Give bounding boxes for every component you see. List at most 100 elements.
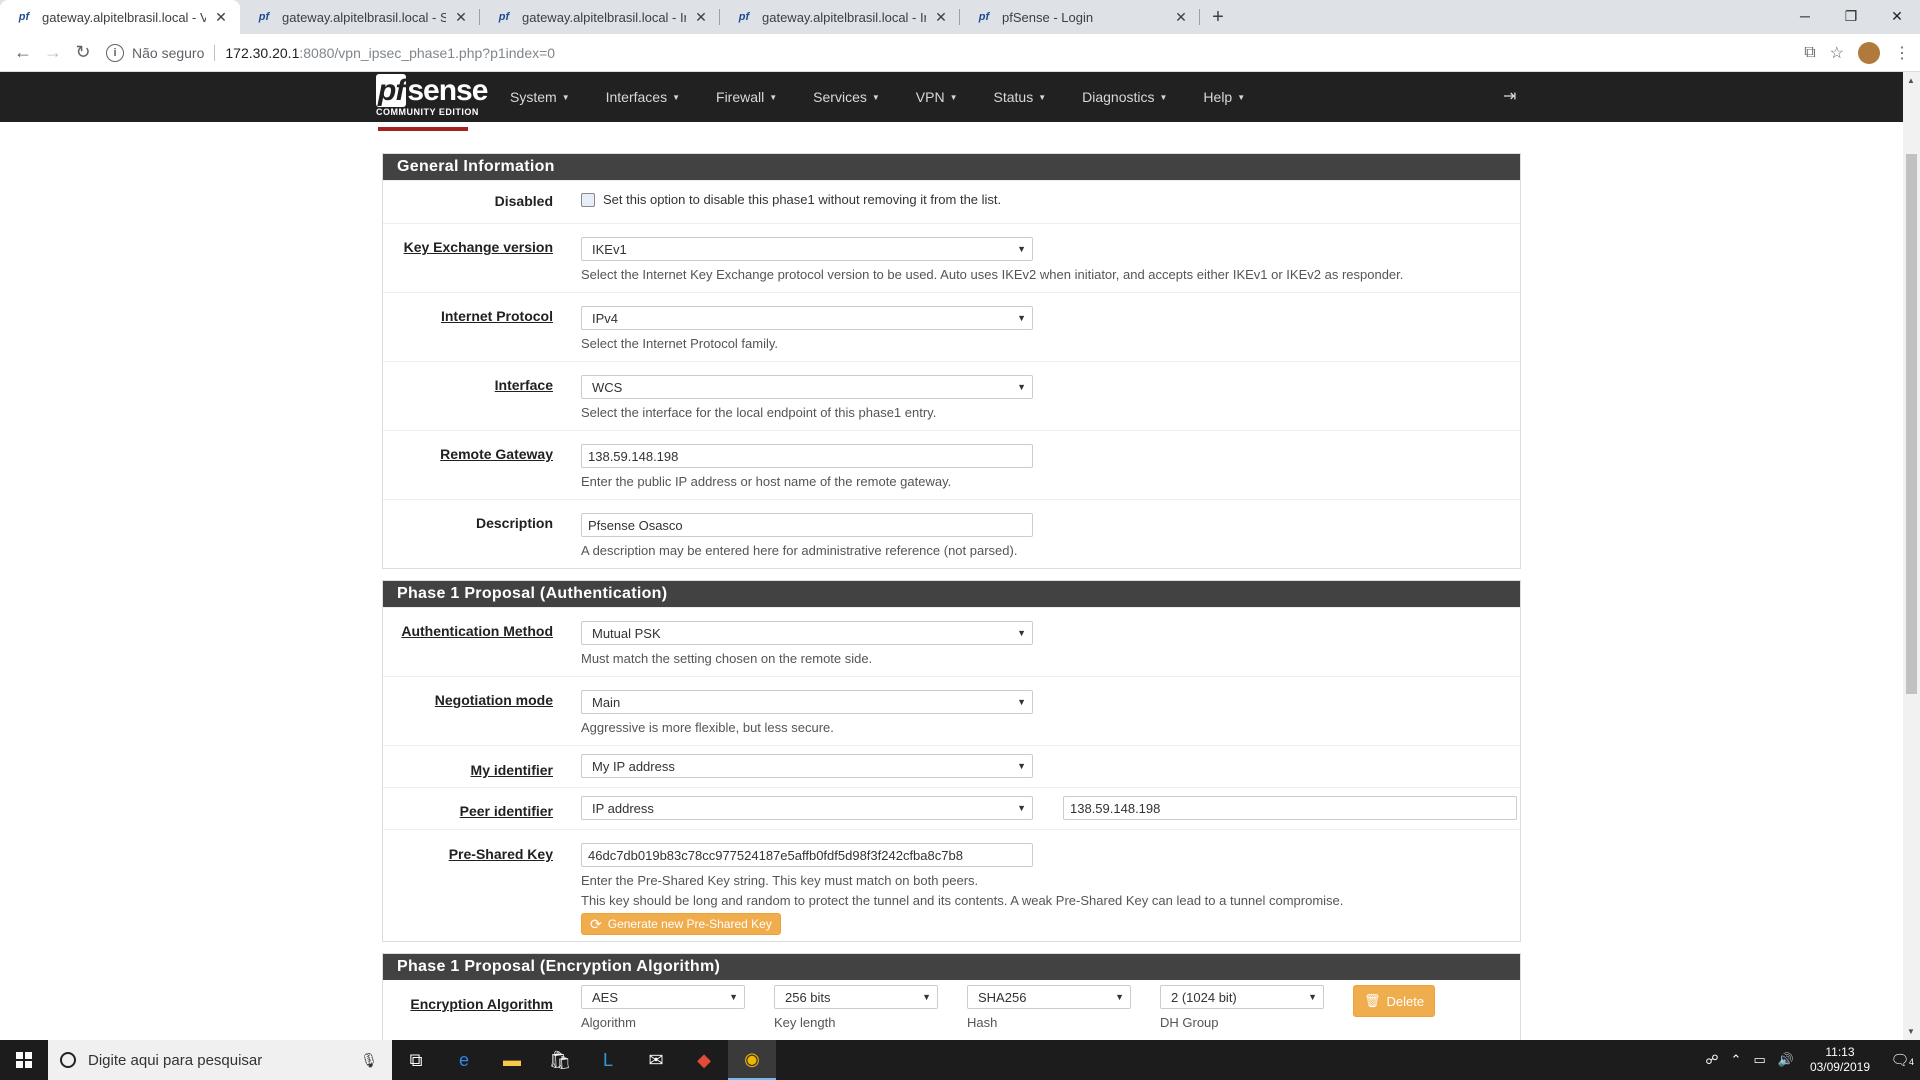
remote-gateway-row: Remote Gateway 138.59.148.198 Enter the … [383,430,1520,499]
notification-icon[interactable]: 🗨 4 [1880,1051,1920,1069]
protocol-select[interactable]: IPv4 ▼ [581,306,1033,330]
auth-method-select[interactable]: Mutual PSK ▼ [581,621,1033,645]
app-l-icon[interactable]: L [584,1040,632,1080]
browser-tab[interactable]: pf pfSense - Login ✕ [960,0,1200,34]
browser-tab[interactable]: pf gateway.alpitelbrasil.local - VPN: ✕ [0,0,240,34]
algorithm-select[interactable]: AES ▼ [581,985,745,1009]
address-bar[interactable]: i Não seguro 172.30.20.1:8080/vpn_ipsec_… [106,39,1756,67]
select-value: My IP address [592,758,675,774]
menu-system[interactable]: System ▼ [492,72,588,122]
taskbar-search[interactable]: Digite aqui para pesquisar 🎙 [48,1040,392,1080]
kex-select[interactable]: IKEv1 ▼ [581,237,1033,261]
encryption-panel: Phase 1 Proposal (Encryption Algorithm) … [382,953,1521,1040]
menu-kebab-icon[interactable]: ⋮ [1894,43,1910,63]
start-button[interactable] [0,1040,48,1080]
back-icon[interactable]: ← [8,38,38,68]
menu-vpn[interactable]: VPN ▼ [898,72,976,122]
new-tab-button[interactable]: + [1200,0,1236,34]
menu-label: Firewall [716,89,765,105]
mail-icon[interactable]: ✉ [632,1040,680,1080]
url-host: 172.30.20.1 [225,44,300,61]
peer-identifier-select[interactable]: IP address ▼ [581,796,1033,820]
key-length-select[interactable]: 256 bits ▼ [774,985,938,1009]
taskbar-apps: ⧉ e ▬ 🛍 L ✉ ◆ ◉ [392,1040,776,1080]
browser-tab[interactable]: pf gateway.alpitelbrasil.local - Status … [240,0,480,34]
pfsense-favicon-icon: pf [978,11,990,23]
browser-tab[interactable]: pf gateway.alpitelbrasil.local - Interf … [480,0,720,34]
edge-icon[interactable]: e [440,1040,488,1080]
close-tab-icon[interactable]: ✕ [932,9,950,26]
psk-warning: This key should be long and random to pr… [581,893,1344,908]
browser-tab[interactable]: pf gateway.alpitelbrasil.local - Interf … [720,0,960,34]
interface-select[interactable]: WCS ▼ [581,375,1033,399]
panel-title: Phase 1 Proposal (Authentication) [383,581,1520,607]
my-identifier-select[interactable]: My IP address ▼ [581,754,1033,778]
file-explorer-icon[interactable]: ▬ [488,1040,536,1080]
menu-interfaces[interactable]: Interfaces ▼ [588,72,698,122]
main-menu: System ▼ Interfaces ▼ Firewall ▼ Services ▼ … [492,72,1263,122]
clock-time: 11:13 [1825,1045,1855,1059]
chrome-icon[interactable]: ◉ [728,1040,776,1080]
pfsense-logo[interactable]: pf sense COMMUNITY EDITION [376,74,488,120]
dh-group-select[interactable]: 2 (1024 bit) ▼ [1160,985,1324,1009]
delete-button[interactable]: 🗑 Delete [1353,985,1436,1017]
store-icon[interactable]: 🛍 [536,1040,584,1080]
menu-services[interactable]: Services ▼ [795,72,898,122]
show-hidden-icon[interactable]: ⌃ [1725,1052,1748,1068]
info-icon[interactable]: i [106,43,124,62]
logout-icon[interactable]: ⇥ [1503,86,1516,106]
scroll-down-icon[interactable]: ▼ [1907,1027,1915,1036]
clock[interactable]: 11:13 03/09/2019 [1800,1045,1880,1075]
close-tab-icon[interactable]: ✕ [212,9,230,26]
tab-title: gateway.alpitelbrasil.local - Interf [762,9,926,25]
negotiation-mode-select[interactable]: Main ▼ [581,690,1033,714]
toolbar-actions: ⧉ ☆ ⋮ [1804,34,1910,72]
task-view-icon[interactable]: ⧉ [392,1040,440,1080]
hash-select[interactable]: SHA256 ▼ [967,985,1131,1009]
scrollbar-thumb[interactable] [1906,154,1917,694]
close-tab-icon[interactable]: ✕ [692,9,710,26]
profile-avatar[interactable] [1858,42,1880,64]
generate-psk-button[interactable]: ⟳ Generate new Pre-Shared Key [581,913,781,935]
remote-gateway-input[interactable]: 138.59.148.198 [581,444,1033,468]
menu-firewall[interactable]: Firewall ▼ [698,72,795,122]
description-input[interactable]: Pfsense Osasco [581,513,1033,537]
restore-icon[interactable]: ❐ [1828,0,1874,32]
select-value: 256 bits [785,989,831,1005]
dropdown-arrow-icon: ▼ [1115,992,1124,1002]
minimize-icon[interactable]: ─ [1782,0,1828,32]
scroll-up-icon[interactable]: ▲ [1907,76,1915,85]
brand-edition: COMMUNITY EDITION [376,107,479,117]
network-icon[interactable]: ▭ [1747,1052,1771,1068]
disabled-checkbox[interactable] [581,192,595,207]
protocol-row: Internet Protocol IPv4 ▼ Select the Inter… [383,292,1520,361]
anydesk-icon[interactable]: ◆ [680,1040,728,1080]
disabled-text: Set this option to disable this phase1 w… [603,192,1002,207]
psk-input[interactable]: 46dc7db019b83c78cc977524187e5affb0fdf5d9… [581,843,1033,867]
cortana-icon [60,1052,76,1068]
reload-icon[interactable]: ↻ [68,38,98,68]
close-tab-icon[interactable]: ✕ [1172,9,1190,26]
translate-icon[interactable]: ⧉ [1804,44,1815,62]
microphone-icon[interactable]: 🎙 [360,1052,378,1069]
menu-help[interactable]: Help ▼ [1185,72,1263,122]
dropdown-arrow-icon: ▼ [1017,313,1026,323]
select-value: SHA256 [978,989,1027,1005]
close-tab-icon[interactable]: ✕ [452,9,470,26]
people-icon[interactable]: ☍ [1699,1052,1724,1068]
forward-icon[interactable]: → [38,38,68,68]
key-length-label: Key length [774,1015,836,1030]
search-placeholder: Digite aqui para pesquisar [88,1051,263,1069]
menu-diagnostics[interactable]: Diagnostics ▼ [1064,72,1185,122]
window-controls: ─ ❐ ✕ [1782,0,1920,32]
page-scrollbar[interactable]: ▲ ▼ [1903,72,1920,1040]
panel-title: General Information [383,154,1520,180]
volume-icon[interactable]: 🔊 [1772,1052,1800,1068]
notification-count: 4 [1908,1057,1914,1067]
peer-identifier-input[interactable]: 138.59.148.198 [1063,796,1517,820]
bookmark-star-icon[interactable]: ☆ [1830,43,1844,63]
close-window-icon[interactable]: ✕ [1874,0,1920,32]
button-label: Generate new Pre-Shared Key [607,917,772,931]
dropdown-arrow-icon: ▼ [1017,761,1026,771]
menu-status[interactable]: Status ▼ [976,72,1065,122]
